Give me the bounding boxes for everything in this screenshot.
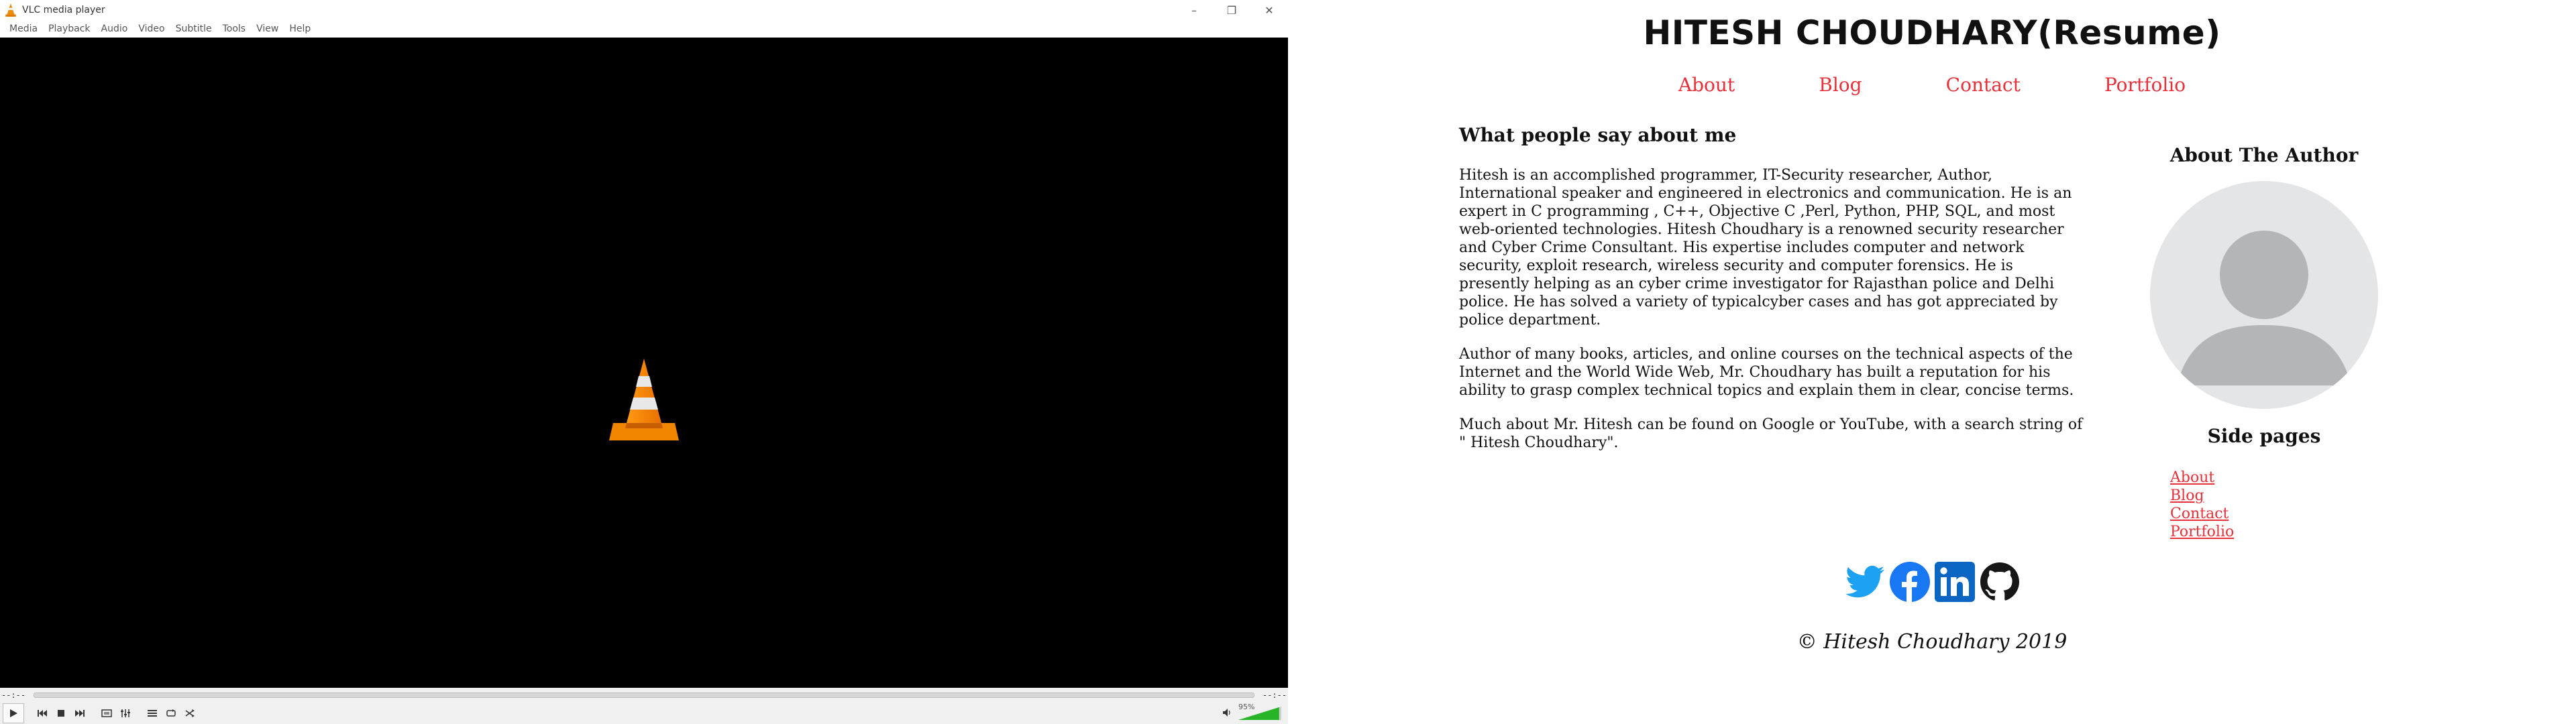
bio-paragraph-3: Much about Mr. Hitesh can be found on Go… [1459, 416, 2083, 451]
fullscreen-icon [101, 709, 112, 717]
speaker-icon[interactable] [1222, 708, 1233, 717]
social-links [1845, 562, 2025, 602]
side-link-contact[interactable]: Contact [2170, 505, 2398, 523]
github-link[interactable] [1980, 562, 2020, 602]
maximize-button[interactable]: ❐ [1213, 0, 1250, 20]
seek-row: --:-- --:-- [0, 688, 1288, 703]
title-bar: VLC media player – ❐ ✕ [0, 0, 1288, 20]
nav-blog[interactable]: Blog [1819, 74, 1862, 96]
nav-portfolio[interactable]: Portfolio [2104, 74, 2186, 96]
side-pages-list: About Blog Contact Portfolio [2130, 469, 2398, 541]
sidebar: About The Author Side pages About Blog C… [2130, 144, 2398, 541]
extended-settings-button[interactable] [117, 705, 134, 722]
shuffle-icon [185, 709, 195, 717]
twitter-icon [1845, 565, 1884, 598]
menu-video[interactable]: Video [133, 23, 170, 34]
next-button[interactable] [71, 705, 89, 722]
volume-slider[interactable]: 95% [1238, 703, 1281, 720]
section-heading: What people say about me [1459, 124, 1737, 146]
side-link-about[interactable]: About [2170, 469, 2398, 487]
stop-icon [58, 710, 64, 717]
top-nav: About Blog Contact Portfolio [1288, 74, 2576, 96]
video-area[interactable] [0, 38, 1288, 688]
main-content: What people say about me Hitesh is an ac… [1459, 124, 2083, 468]
window-title: VLC media player [22, 5, 105, 15]
menu-media[interactable]: Media [4, 23, 43, 34]
total-time: --:-- [1262, 690, 1287, 700]
play-icon [10, 709, 17, 717]
about-author-title: About The Author [2169, 144, 2359, 166]
facebook-link[interactable] [1890, 562, 1930, 602]
side-pages-title: Side pages [2207, 425, 2321, 447]
linkedin-link[interactable] [1935, 562, 1975, 602]
next-icon [75, 710, 85, 717]
previous-button[interactable] [34, 705, 51, 722]
avatar [2150, 181, 2378, 409]
close-button[interactable]: ✕ [1250, 0, 1288, 20]
seek-slider[interactable] [34, 692, 1254, 698]
stop-button[interactable] [52, 705, 70, 722]
github-icon [1980, 562, 2019, 601]
loop-button[interactable] [162, 705, 180, 722]
bio-paragraph-2: Author of many books, articles, and onli… [1459, 346, 2074, 399]
vlc-cone-icon [5, 3, 16, 17]
twitter-link[interactable] [1845, 562, 1885, 602]
playlist-icon [148, 710, 157, 717]
loop-icon [166, 709, 176, 717]
menu-audio[interactable]: Audio [96, 23, 133, 34]
side-link-portfolio[interactable]: Portfolio [2170, 523, 2398, 541]
menu-bar: Media Playback Audio Video Subtitle Tool… [0, 20, 1288, 38]
menu-subtitle[interactable]: Subtitle [170, 23, 217, 34]
elapsed-time: --:-- [1, 690, 26, 700]
menu-help[interactable]: Help [284, 23, 316, 34]
shuffle-button[interactable] [181, 705, 199, 722]
facebook-icon [1890, 562, 1930, 602]
linkedin-icon [1935, 562, 1975, 602]
minimize-button[interactable]: – [1175, 0, 1213, 20]
extended-settings-icon [121, 709, 130, 717]
fullscreen-button[interactable] [98, 705, 115, 722]
nav-contact[interactable]: Contact [1946, 74, 2021, 96]
playback-controls [0, 703, 1288, 724]
volume-percent: 95% [1238, 703, 1255, 711]
side-link-blog[interactable]: Blog [2170, 487, 2398, 505]
previous-icon [38, 710, 47, 717]
resume-page: HITESH CHOUDHARY(Resume) About Blog Cont… [1288, 0, 2576, 724]
volume-control: 95% [1222, 703, 1281, 720]
window-controls: – ❐ ✕ [1175, 0, 1288, 20]
menu-view[interactable]: View [251, 23, 284, 34]
menu-tools[interactable]: Tools [217, 23, 252, 34]
vlc-cone-icon [609, 359, 679, 440]
site-title: HITESH CHOUDHARY(Resume) [1643, 13, 2221, 52]
play-button[interactable] [3, 703, 24, 723]
bio-paragraph-1: Hitesh is an accomplished programmer, IT… [1459, 167, 2072, 328]
playlist-button[interactable] [144, 705, 161, 722]
nav-about[interactable]: About [1678, 74, 1735, 96]
footer: © Hitesh Choudhary 2019 [1796, 630, 2068, 654]
user-avatar-icon [2177, 231, 2351, 385]
menu-playback[interactable]: Playback [43, 23, 95, 34]
vlc-window: VLC media player – ❐ ✕ Media Playback Au… [0, 0, 1288, 724]
